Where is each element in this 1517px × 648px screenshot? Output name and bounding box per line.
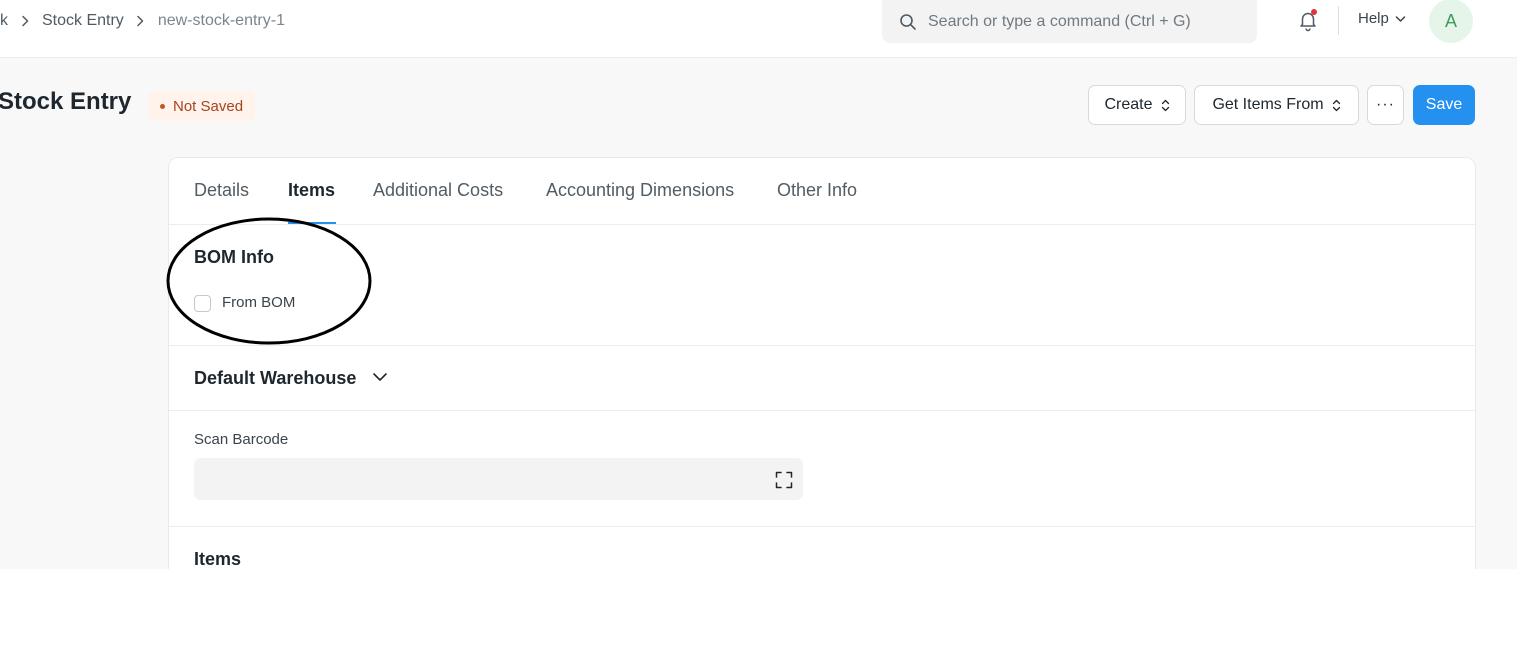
app-viewport: ck Stock Entry new-stock-entry-1 Help — [0, 0, 1517, 569]
bom-info-heading: BOM Info — [194, 247, 274, 267]
page-title: Stock Entry — [0, 88, 132, 115]
from-bom-label[interactable]: From BOM — [222, 294, 295, 311]
chevron-right-icon — [19, 15, 31, 27]
help-label: Help — [1358, 10, 1389, 27]
notification-dot — [1311, 9, 1317, 15]
section-divider — [169, 410, 1475, 411]
breadcrumb-item-current[interactable]: new-stock-entry-1 — [158, 12, 285, 30]
items-heading: Items — [194, 549, 242, 569]
section-divider — [169, 526, 1475, 527]
status-badge: Not Saved — [148, 91, 256, 121]
status-label: Not Saved — [173, 97, 244, 115]
status-dot — [160, 103, 165, 109]
tab-other-info[interactable]: Other Info — [777, 180, 857, 201]
save-button[interactable]: Save — [1413, 85, 1475, 125]
up-down-chevron-icon — [1161, 99, 1170, 112]
scan-barcode-label: Scan Barcode — [194, 431, 289, 448]
default-warehouse-heading[interactable]: Default Warehouse — [194, 368, 356, 389]
section-divider — [169, 345, 1475, 346]
tab-details[interactable]: Details — [194, 180, 249, 201]
search-icon — [899, 13, 917, 31]
breadcrumb-item-stock[interactable]: ck — [0, 12, 8, 30]
tab-accounting-dimensions[interactable]: Accounting Dimensions — [546, 180, 734, 201]
chevron-right-icon — [135, 15, 147, 27]
scan-icon[interactable] — [775, 471, 793, 489]
from-bom-checkbox[interactable] — [194, 295, 211, 312]
tab-items[interactable]: Items — [288, 180, 335, 201]
search-input[interactable] — [928, 12, 1248, 31]
form-card: Details Items Additional Costs Accountin… — [168, 157, 1476, 569]
chevron-down-icon[interactable] — [372, 372, 388, 382]
navbar: ck Stock Entry new-stock-entry-1 Help — [0, 0, 1517, 58]
navbar-divider — [1338, 6, 1339, 35]
get-items-label: Get Items From — [1212, 96, 1324, 113]
breadcrumb: ck Stock Entry new-stock-entry-1 — [0, 9, 285, 33]
help-dropdown[interactable]: Help — [1358, 10, 1406, 27]
breadcrumb-item-stock-entry[interactable]: Stock Entry — [42, 12, 124, 30]
scan-barcode-input[interactable] — [194, 458, 803, 500]
chevron-down-icon — [1395, 15, 1406, 23]
notifications-bell[interactable] — [1296, 8, 1320, 32]
tab-additional-costs[interactable]: Additional Costs — [373, 180, 503, 201]
active-tab-indicator — [288, 222, 336, 224]
get-items-from-button[interactable]: Get Items From — [1194, 85, 1359, 125]
create-label: Create — [1104, 96, 1153, 113]
awesome-bar[interactable] — [882, 0, 1257, 43]
more-actions-button[interactable]: ··· — [1367, 85, 1404, 125]
form-tabs: Details Items Additional Costs Accountin… — [169, 158, 1475, 225]
up-down-chevron-icon — [1332, 99, 1341, 112]
avatar[interactable]: A — [1429, 0, 1473, 43]
create-button[interactable]: Create — [1088, 85, 1186, 125]
